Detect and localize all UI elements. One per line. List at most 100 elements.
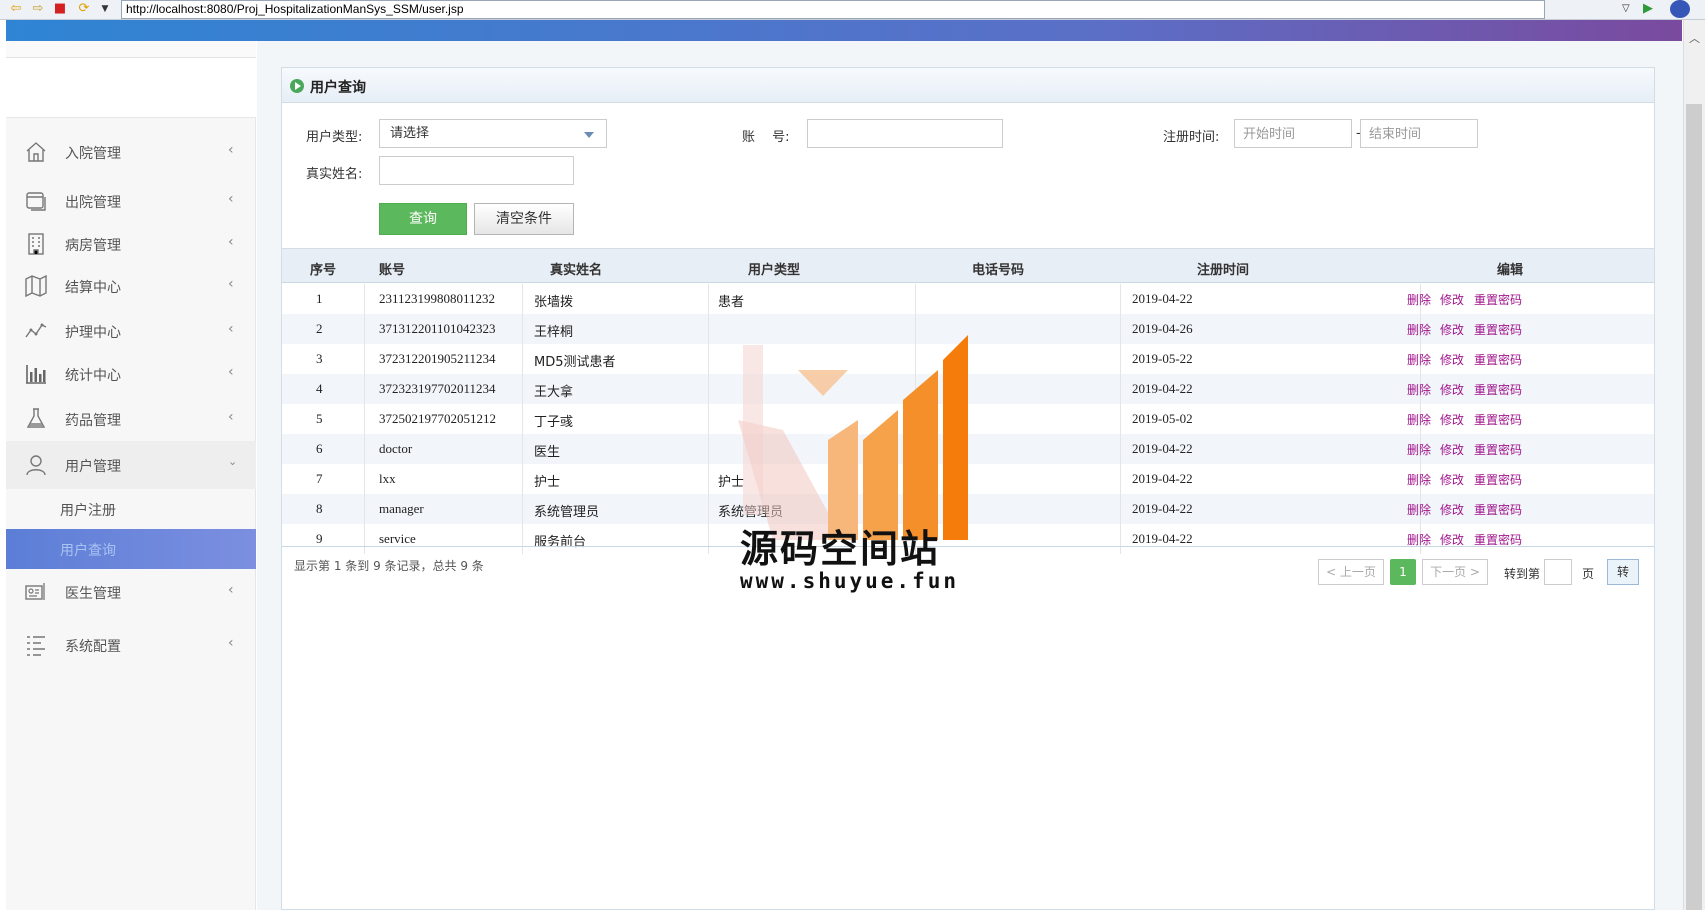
sidebar-item-discharge[interactable]: 出院管理 ‹ bbox=[6, 183, 256, 219]
sidebar-subitem-user-query[interactable]: 用户查询 bbox=[6, 529, 256, 569]
delete-link[interactable]: 删除 bbox=[1407, 321, 1431, 338]
end-time-input[interactable]: 结束时间 bbox=[1360, 119, 1478, 148]
edit-link[interactable]: 修改 bbox=[1440, 321, 1464, 338]
vertical-scrollbar[interactable]: ︿ bbox=[1683, 20, 1705, 910]
go-icon[interactable]: ▶ bbox=[1643, 1, 1653, 16]
cell-divider bbox=[522, 494, 523, 524]
reset-password-link[interactable]: 重置密码 bbox=[1474, 381, 1522, 398]
col-header-phone: 电话号码 bbox=[972, 263, 1025, 278]
clear-conditions-button[interactable]: 清空条件 bbox=[474, 203, 574, 235]
edit-link[interactable]: 修改 bbox=[1440, 441, 1464, 458]
query-button[interactable]: 查询 bbox=[379, 203, 467, 235]
chevron-left-icon: ‹ bbox=[228, 409, 234, 425]
cell-divider bbox=[1120, 404, 1121, 434]
url-dropdown-icon[interactable]: ▽ bbox=[1622, 3, 1630, 14]
forward-icon[interactable]: ⇨ bbox=[30, 2, 46, 16]
sidebar-item-ward[interactable]: 病房管理 ‹ bbox=[6, 226, 256, 262]
url-input[interactable]: http://localhost:8080/Proj_Hospitalizati… bbox=[121, 0, 1545, 19]
cell-divider bbox=[522, 524, 523, 554]
real-name-input[interactable] bbox=[379, 156, 574, 185]
delete-link[interactable]: 删除 bbox=[1407, 471, 1431, 488]
back-icon[interactable]: ⇦ bbox=[8, 2, 24, 16]
cell-divider bbox=[708, 284, 709, 314]
chevron-left-icon: ‹ bbox=[228, 582, 234, 598]
edit-link[interactable]: 修改 bbox=[1440, 471, 1464, 488]
chevron-left-icon: ‹ bbox=[228, 142, 234, 158]
history-dropdown-icon[interactable]: ▼ bbox=[97, 2, 113, 16]
goto-button[interactable]: 转 bbox=[1607, 559, 1639, 585]
edit-link[interactable]: 修改 bbox=[1440, 291, 1464, 308]
refresh-icon[interactable]: ⟳ bbox=[76, 2, 92, 16]
cell-real-name: 张墙拨 bbox=[534, 295, 574, 310]
flask-icon bbox=[26, 408, 46, 428]
edit-link[interactable]: 修改 bbox=[1440, 351, 1464, 368]
delete-link[interactable]: 删除 bbox=[1407, 411, 1431, 428]
cell-divider bbox=[708, 314, 709, 344]
cell-divider bbox=[364, 434, 365, 464]
page-title: 用户查询 bbox=[310, 80, 366, 96]
goto-page-input[interactable] bbox=[1544, 559, 1572, 585]
reset-password-link[interactable]: 重置密码 bbox=[1474, 471, 1522, 488]
cell-real-name: 护士 bbox=[534, 475, 561, 490]
chevron-left-icon: ‹ bbox=[228, 364, 234, 380]
stop-icon[interactable]: ■ bbox=[52, 2, 68, 16]
sidebar-item-medicine[interactable]: 药品管理 ‹ bbox=[6, 401, 256, 437]
user-type-label: 用户类型: bbox=[306, 130, 363, 145]
edit-link[interactable]: 修改 bbox=[1440, 411, 1464, 428]
reset-password-link[interactable]: 重置密码 bbox=[1474, 351, 1522, 368]
table-row: 7 lxx 护士 护士 2019-04-22 删除 修改 重置密码 bbox=[282, 464, 1654, 494]
sidebar-item-label: 护理中心 bbox=[65, 325, 121, 341]
scroll-up-icon[interactable]: ︿ bbox=[1684, 30, 1705, 46]
sidebar-item-statistics[interactable]: 统计中心 ‹ bbox=[6, 356, 256, 392]
next-page-button[interactable]: 下一页 > bbox=[1422, 559, 1488, 585]
user-type-select[interactable]: 请选择 bbox=[379, 119, 607, 148]
sidebar-item-nursing[interactable]: 护理中心 ‹ bbox=[6, 313, 256, 349]
sidebar-item-admission[interactable]: 入院管理 ‹ bbox=[6, 134, 256, 170]
table-row: 5 372502197702051212 丁子彧 2019-05-02 删除 修改 重置密码 bbox=[282, 404, 1654, 434]
building-icon bbox=[28, 233, 44, 255]
delete-link[interactable]: 删除 bbox=[1407, 441, 1431, 458]
cell-account: 371312201101042323 bbox=[379, 321, 496, 336]
cell-no: 9 bbox=[316, 531, 323, 546]
sidebar-item-settlement[interactable]: 结算中心 ‹ bbox=[6, 268, 256, 304]
reset-password-link[interactable]: 重置密码 bbox=[1474, 291, 1522, 308]
reset-password-link[interactable]: 重置密码 bbox=[1474, 321, 1522, 338]
reset-password-link[interactable]: 重置密码 bbox=[1474, 441, 1522, 458]
browser-logo-icon bbox=[1670, 0, 1690, 18]
reset-password-link[interactable]: 重置密码 bbox=[1474, 411, 1522, 428]
sidebar-item-users[interactable]: 用户管理 ⌄ bbox=[6, 441, 256, 489]
edit-link[interactable]: 修改 bbox=[1440, 501, 1464, 518]
cell-no: 3 bbox=[316, 351, 323, 366]
page-header-bar bbox=[6, 20, 1682, 41]
current-page-button[interactable]: 1 bbox=[1390, 559, 1416, 585]
prev-page-button[interactable]: < 上一页 bbox=[1318, 559, 1384, 585]
sidebar-item-doctors[interactable]: 医生管理 ‹ bbox=[6, 574, 256, 610]
cell-divider bbox=[522, 464, 523, 494]
delete-link[interactable]: 删除 bbox=[1407, 291, 1431, 308]
page-unit-label: 页 bbox=[1582, 567, 1595, 581]
account-input[interactable] bbox=[807, 119, 1003, 148]
chevron-left-icon: ‹ bbox=[228, 321, 234, 337]
address-bar: ⇦ ⇨ ■ ⟳ ▼ http://localhost:8080/Proj_Hos… bbox=[0, 0, 1705, 20]
delete-link[interactable]: 删除 bbox=[1407, 351, 1431, 368]
sidebar-subitem-user-register[interactable]: 用户注册 bbox=[6, 489, 256, 529]
sidebar-item-label: 病房管理 bbox=[65, 238, 121, 254]
table-row: 1 231123199808011232 张墙拨 患者 2019-04-22 删除 修改 重置… bbox=[282, 284, 1654, 314]
cell-real-name: MD5测试患者 bbox=[534, 355, 616, 370]
cell-no: 5 bbox=[316, 411, 323, 426]
reg-time-label: 注册时间: bbox=[1163, 130, 1220, 145]
reset-password-link[interactable]: 重置密码 bbox=[1474, 501, 1522, 518]
cell-reg-time: 2019-04-22 bbox=[1132, 471, 1193, 486]
delete-link[interactable]: 删除 bbox=[1407, 381, 1431, 398]
edit-link[interactable]: 修改 bbox=[1440, 381, 1464, 398]
sidebar-item-system-config[interactable]: 系统配置 ‹ bbox=[6, 627, 256, 663]
cell-divider bbox=[708, 434, 709, 464]
cell-divider bbox=[364, 524, 365, 554]
play-circle-icon bbox=[290, 79, 304, 93]
delete-link[interactable]: 删除 bbox=[1407, 501, 1431, 518]
scroll-thumb[interactable] bbox=[1686, 104, 1702, 910]
cell-divider bbox=[708, 494, 709, 524]
col-header-real-name: 真实姓名 bbox=[550, 263, 603, 278]
cell-divider bbox=[364, 344, 365, 374]
start-time-input[interactable]: 开始时间 bbox=[1234, 119, 1352, 148]
